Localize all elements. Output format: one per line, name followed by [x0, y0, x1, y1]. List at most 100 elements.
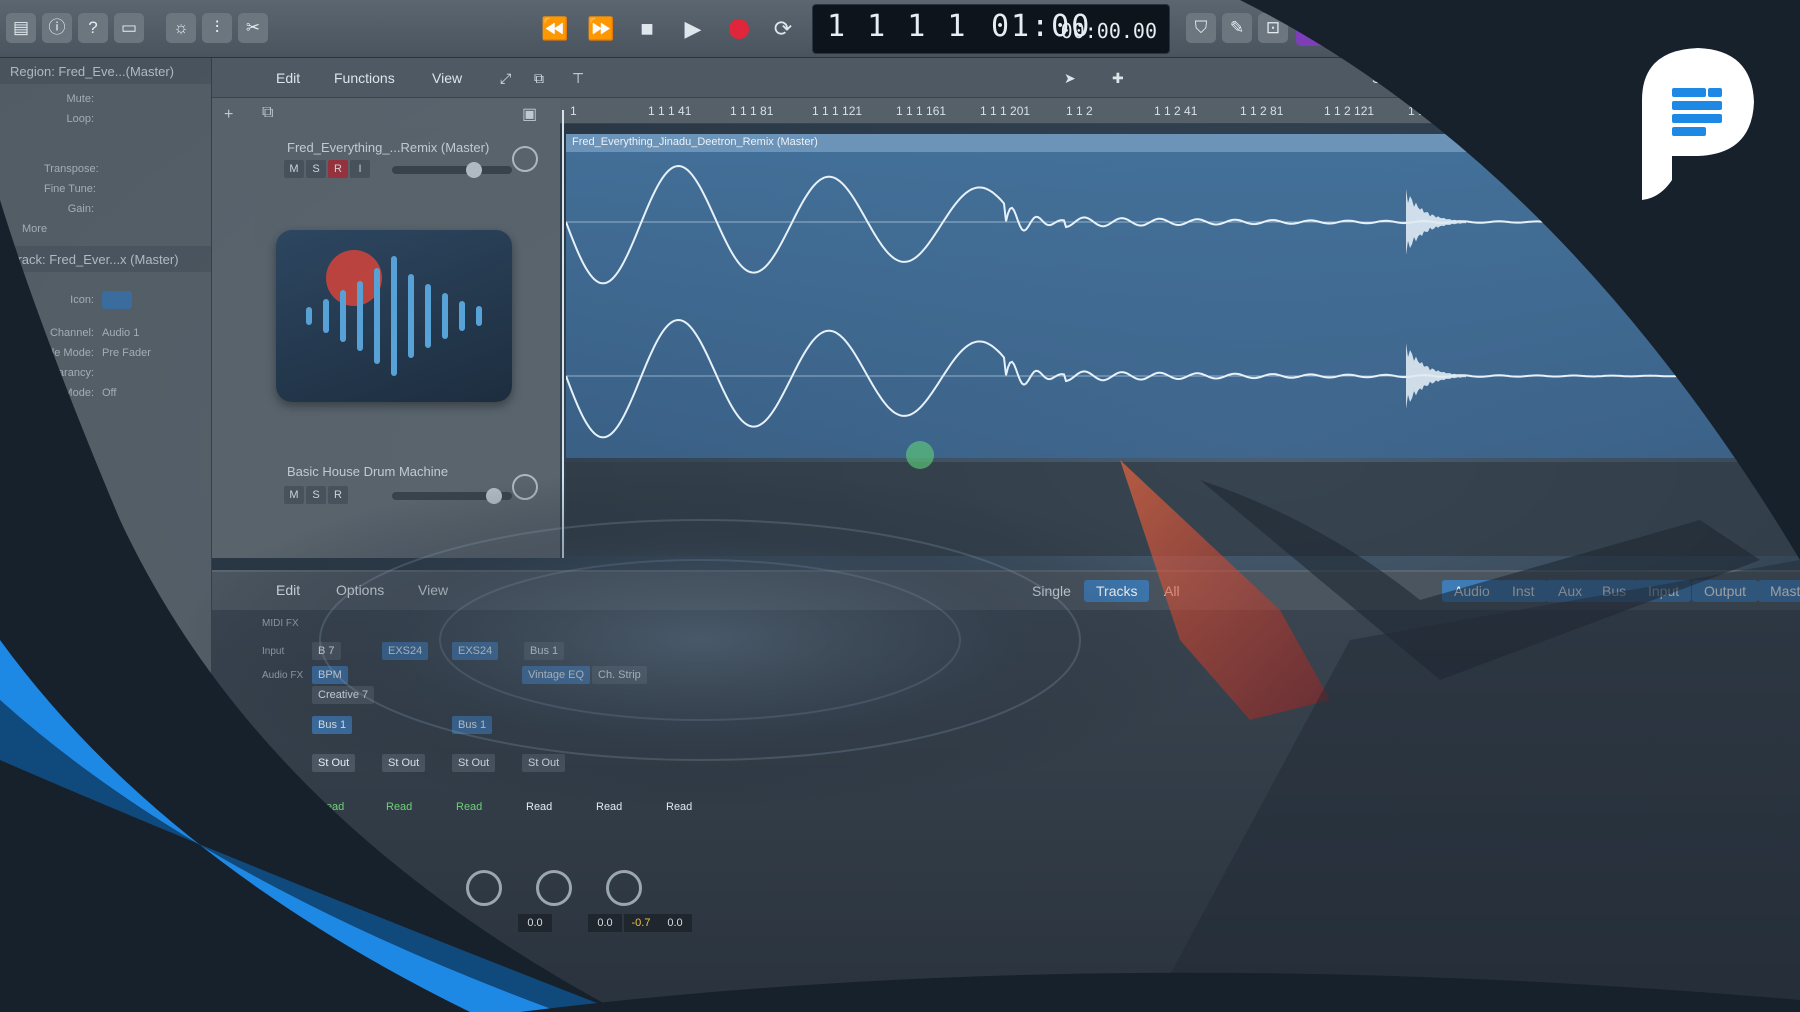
forward-icon[interactable]: ⏩	[584, 12, 618, 46]
send-slot[interactable]: Bus 1	[312, 716, 353, 734]
rewind-icon[interactable]: ⏪	[538, 12, 572, 46]
filter-master[interactable]: Mast	[1758, 580, 1800, 602]
view-tracks[interactable]: Tracks	[1084, 580, 1150, 602]
drum-machine-lane[interactable]	[566, 462, 1800, 556]
lcd-display[interactable]: 1 1 1 1 01:00 00:00.00	[812, 4, 1170, 54]
automation-mode[interactable]: Read	[450, 798, 488, 816]
pan-knob[interactable]	[536, 870, 572, 906]
mixer-panel: Edit Options View Single Tracks All Audi…	[212, 570, 1800, 1012]
automation-mode[interactable]: Read	[380, 798, 418, 816]
pencil-tool-icon[interactable]: ✚	[1112, 70, 1124, 87]
waveform-icon[interactable]	[102, 291, 132, 309]
input-monitor-button[interactable]: I	[350, 160, 370, 178]
inspector-row: le Mode: Pre Fader	[51, 347, 151, 359]
record-icon[interactable]	[722, 12, 756, 46]
send-slot[interactable]: Bus 1	[452, 716, 493, 734]
filter-output[interactable]: Output	[1692, 580, 1759, 602]
filter-audio[interactable]: Audio	[1442, 580, 1502, 602]
volume-readout: 0.0	[518, 914, 552, 932]
record-enable-button[interactable]: R	[328, 160, 348, 178]
mute-button[interactable]: M	[284, 486, 304, 504]
audio-fx-slot[interactable]: Ch. Strip	[592, 666, 647, 684]
solo-button[interactable]: S	[306, 160, 326, 178]
inspector-row: Icon:	[0, 288, 211, 324]
tuner-icon[interactable]: ⛉	[1186, 13, 1216, 43]
view-single[interactable]: Single	[1020, 580, 1083, 602]
track-2-controls[interactable]: MSR	[284, 486, 350, 504]
inspector-region-header[interactable]: Region: Fred_Eve...(Master)	[0, 58, 211, 84]
play-icon[interactable]: ▶	[676, 12, 710, 46]
menu-functions[interactable]: Functions	[334, 70, 395, 86]
mixer-icon[interactable]: ⫶	[202, 13, 232, 43]
automation-icon[interactable]: ⤢	[500, 70, 511, 87]
input-slot[interactable]: Bus 1	[524, 642, 565, 660]
playhead[interactable]	[562, 110, 564, 558]
filter-inst[interactable]: Inst	[1500, 580, 1547, 602]
automation-mode[interactable]: Read	[590, 798, 628, 816]
audio-fx-slot[interactable]: Creative 7	[312, 686, 375, 704]
track-2-pan-knob[interactable]	[512, 474, 538, 500]
mixer-menu-view[interactable]: View	[418, 582, 448, 598]
global-tracks-icon[interactable]: ▣	[522, 104, 537, 124]
automation-mode[interactable]: Read	[312, 798, 350, 816]
output-slot[interactable]: St Out	[522, 754, 566, 772]
menu-edit[interactable]: Edit	[276, 70, 300, 86]
inspector-more[interactable]: More	[0, 220, 211, 240]
snap-label[interactable]: Snap	[1372, 70, 1405, 86]
track-2-name[interactable]: Basic House Drum Machine	[287, 464, 448, 479]
input-slot[interactable]: EXS24	[382, 642, 429, 660]
badge-1234[interactable]: 1234	[1296, 12, 1341, 46]
duplicate-track-icon[interactable]: ⧉	[262, 104, 273, 122]
mixer-menu-options[interactable]: Options	[336, 582, 384, 598]
editor-icon[interactable]: ▭	[114, 13, 144, 43]
filter-aux[interactable]: Aux	[1546, 580, 1595, 602]
catch-icon[interactable]: ⊤	[572, 70, 584, 87]
ruler-tick: 1 1 2 41	[1154, 104, 1198, 118]
pointer-tool-icon[interactable]: ➤	[1064, 70, 1076, 87]
audio-region[interactable]	[566, 152, 1800, 458]
help-icon[interactable]: ?	[78, 13, 108, 43]
output-slot[interactable]: St Out	[312, 754, 356, 772]
waveform-bar	[425, 284, 431, 348]
track-1-pan-knob[interactable]	[512, 146, 538, 172]
ruler-tick: 1	[570, 104, 577, 118]
track-headers: + ⧉ ▣ Fred_Everything_...Remix (Master) …	[212, 98, 560, 558]
smart-controls-icon[interactable]: ☼	[166, 13, 196, 43]
output-slot[interactable]: St Out	[382, 754, 426, 772]
flex-icon[interactable]: ⧉	[534, 70, 544, 87]
ruler-tick: 1 1 2 121	[1324, 104, 1375, 118]
view-all[interactable]: All	[1152, 580, 1192, 602]
solo-button[interactable]: S	[306, 486, 326, 504]
menu-view[interactable]: View	[432, 70, 462, 86]
stop-icon[interactable]: ■	[630, 12, 664, 46]
filter-bus[interactable]: Bus	[1590, 580, 1639, 602]
input-slot[interactable]: B 7	[312, 642, 341, 660]
inspector-track-header[interactable]: Track: Fred_Ever...x (Master)	[0, 246, 211, 272]
automation-mode[interactable]: Read	[660, 798, 698, 816]
mute-button[interactable]: M	[284, 160, 304, 178]
pencil-icon[interactable]: ✎	[1222, 13, 1252, 43]
mixer-menu-edit[interactable]: Edit	[276, 582, 300, 598]
track-1-name[interactable]: Fred_Everything_...Remix (Master)	[287, 140, 489, 155]
audio-fx-slot[interactable]: Vintage EQ	[522, 666, 591, 684]
count-in-icon[interactable]: ⊡	[1258, 13, 1288, 43]
region-title[interactable]: Fred_Everything_Jinadu_Deetron_Remix (Ma…	[566, 134, 1800, 152]
inspector-row: arancy:	[57, 367, 94, 379]
track-1-volume-slider[interactable]	[392, 162, 512, 178]
automation-mode[interactable]: Read	[520, 798, 558, 816]
output-slot[interactable]: St Out	[452, 754, 496, 772]
cycle-icon[interactable]: ⟳	[766, 12, 800, 46]
track-1-controls[interactable]: MSRI	[284, 160, 372, 178]
library-icon[interactable]: ▤	[6, 13, 36, 43]
info-icon[interactable]: ⓘ	[42, 13, 72, 43]
scissors-icon[interactable]: ✂	[238, 13, 268, 43]
timeline-ruler[interactable]: 1 1 1 1 41 1 1 1 81 1 1 1 121 1 1 1 161 …	[560, 98, 1800, 124]
record-enable-button[interactable]: R	[328, 486, 348, 504]
track-2-volume-slider[interactable]	[392, 488, 512, 504]
filter-input[interactable]: Input	[1636, 580, 1692, 602]
pan-knob[interactable]	[466, 870, 502, 906]
add-track-icon[interactable]: +	[224, 106, 233, 124]
input-slot[interactable]: EXS24	[452, 642, 499, 660]
audio-fx-slot[interactable]: BPM	[312, 666, 348, 684]
pan-knob[interactable]	[606, 870, 642, 906]
